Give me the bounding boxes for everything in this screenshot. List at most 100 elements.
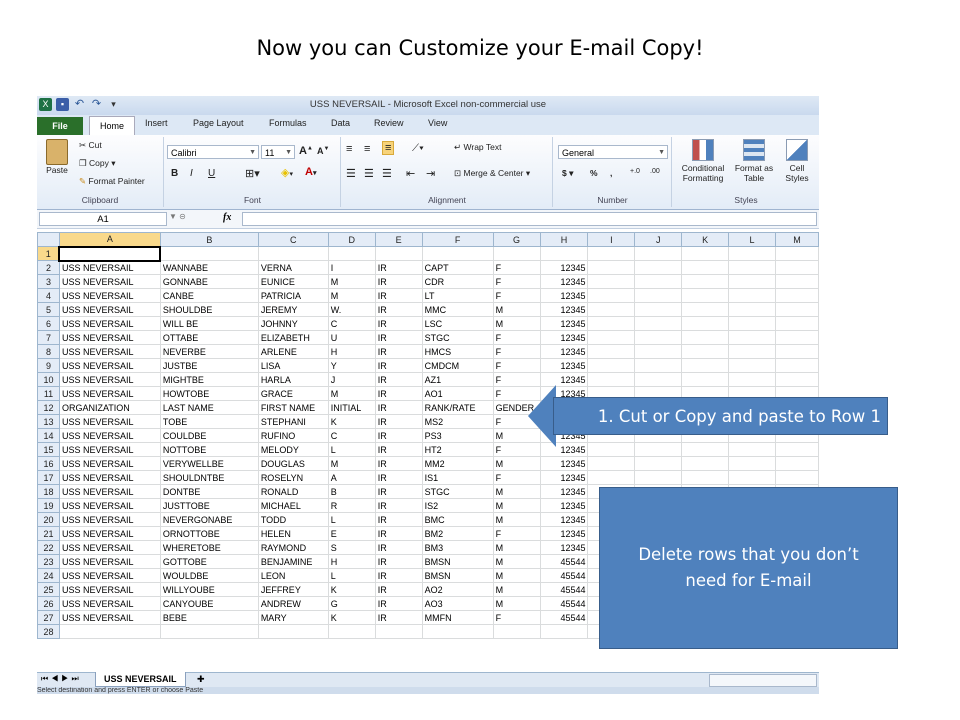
cell[interactable] (634, 344, 683, 359)
row-header[interactable]: 4 (37, 288, 60, 303)
row-header[interactable]: 15 (37, 442, 60, 457)
cell[interactable]: MELODY (257, 442, 329, 457)
cell[interactable]: 12345 (539, 274, 589, 289)
cell[interactable]: U (327, 330, 376, 345)
cell[interactable] (374, 624, 423, 639)
cell[interactable]: USS NEVERSAIL (58, 344, 161, 359)
cell[interactable]: USS NEVERSAIL (58, 330, 161, 345)
cell[interactable]: MS2 (421, 414, 494, 429)
cell[interactable]: IR (374, 344, 423, 359)
cell[interactable]: NEVERBE (159, 344, 259, 359)
cell[interactable] (587, 456, 636, 471)
cell[interactable]: G (327, 596, 376, 611)
cell[interactable]: IR (374, 428, 423, 443)
cell[interactable] (634, 442, 683, 457)
column-header[interactable]: A (58, 232, 161, 247)
cell[interactable] (774, 288, 819, 303)
column-header[interactable]: M (774, 232, 819, 247)
cell[interactable]: E (327, 526, 376, 541)
cell[interactable] (681, 442, 730, 457)
cell[interactable] (681, 316, 730, 331)
align-middle-icon[interactable]: ≡ (364, 143, 370, 155)
row-header[interactable]: 3 (37, 274, 60, 289)
cell[interactable]: K (327, 582, 376, 597)
tab-review[interactable]: Review (374, 118, 404, 128)
cell[interactable]: AO2 (421, 582, 494, 597)
column-header[interactable]: I (587, 232, 636, 247)
formula-input[interactable] (242, 212, 817, 226)
cell[interactable]: IR (374, 568, 423, 583)
cell[interactable] (492, 246, 541, 261)
cell[interactable] (587, 344, 636, 359)
format-painter-button[interactable]: ✎ Format Painter (79, 176, 145, 187)
cell[interactable]: F (492, 358, 541, 373)
cell[interactable]: M (492, 484, 541, 499)
cell[interactable]: 12345 (539, 484, 589, 499)
cell[interactable]: 12345 (539, 330, 589, 345)
row-header[interactable]: 17 (37, 470, 60, 485)
cell[interactable]: IR (374, 540, 423, 555)
percent-button[interactable]: % (590, 168, 598, 178)
cell[interactable]: OTTABE (159, 330, 259, 345)
row-header[interactable]: 1 (37, 246, 60, 261)
cell[interactable]: 12345 (539, 512, 589, 527)
cell[interactable]: USS NEVERSAIL (58, 358, 161, 373)
row-header[interactable]: 16 (37, 456, 60, 471)
cell[interactable]: DOUGLAS (257, 456, 329, 471)
cell[interactable]: M (327, 274, 376, 289)
decrease-decimal-button[interactable]: .00 (650, 168, 660, 175)
cell[interactable]: MMFN (421, 610, 494, 625)
cell[interactable]: USS NEVERSAIL (58, 484, 161, 499)
cell[interactable]: CAPT (421, 260, 494, 275)
column-header[interactable]: K (681, 232, 730, 247)
cell[interactable]: USS NEVERSAIL (58, 372, 161, 387)
cell[interactable] (728, 288, 776, 303)
cell[interactable] (681, 260, 730, 275)
cell[interactable]: INITIAL (327, 400, 376, 415)
cell[interactable] (681, 288, 730, 303)
cell[interactable]: IR (374, 302, 423, 317)
row-header[interactable]: 14 (37, 428, 60, 443)
align-right-icon[interactable]: ☰ (382, 167, 392, 180)
cell[interactable]: IS2 (421, 498, 494, 513)
cell[interactable]: TODD (257, 512, 329, 527)
cell[interactable] (327, 246, 376, 261)
cell[interactable]: JUSTBE (159, 358, 259, 373)
cell[interactable]: W. (327, 302, 376, 317)
cell[interactable] (421, 624, 494, 639)
cell[interactable]: F (492, 610, 541, 625)
cell[interactable]: IR (374, 358, 423, 373)
cell[interactable]: L (327, 512, 376, 527)
cell[interactable]: IR (374, 596, 423, 611)
borders-icon[interactable]: ⊞▾ (245, 167, 260, 180)
cell[interactable] (159, 246, 259, 261)
column-header[interactable]: G (492, 232, 541, 247)
cell[interactable] (774, 344, 819, 359)
cell[interactable]: USS NEVERSAIL (58, 554, 161, 569)
cell[interactable]: 12345 (539, 498, 589, 513)
cell[interactable]: H (327, 554, 376, 569)
cell[interactable] (587, 260, 636, 275)
cell[interactable] (587, 470, 636, 485)
cell[interactable]: RANK/RATE (421, 400, 494, 415)
cell[interactable]: IR (374, 442, 423, 457)
cell[interactable] (587, 358, 636, 373)
cell[interactable]: GOTTOBE (159, 554, 259, 569)
cell[interactable] (634, 372, 683, 387)
row-header[interactable]: 27 (37, 610, 60, 625)
cell[interactable] (728, 372, 776, 387)
cell[interactable]: JEFFREY (257, 582, 329, 597)
cell[interactable]: M (492, 540, 541, 555)
cell[interactable]: M (492, 512, 541, 527)
cell[interactable]: 12345 (539, 302, 589, 317)
cell[interactable] (587, 274, 636, 289)
orientation-icon[interactable]: ⟋▾ (412, 143, 424, 154)
cell[interactable]: USS NEVERSAIL (58, 596, 161, 611)
row-header[interactable]: 25 (37, 582, 60, 597)
select-all-corner[interactable] (37, 232, 60, 247)
cell[interactable]: USS NEVERSAIL (58, 540, 161, 555)
merge-center-button[interactable]: ⊡ Merge & Center ▾ (454, 168, 530, 179)
cell[interactable]: TOBE (159, 414, 259, 429)
cell[interactable]: GRACE (257, 386, 329, 401)
cell[interactable]: WOULDBE (159, 568, 259, 583)
